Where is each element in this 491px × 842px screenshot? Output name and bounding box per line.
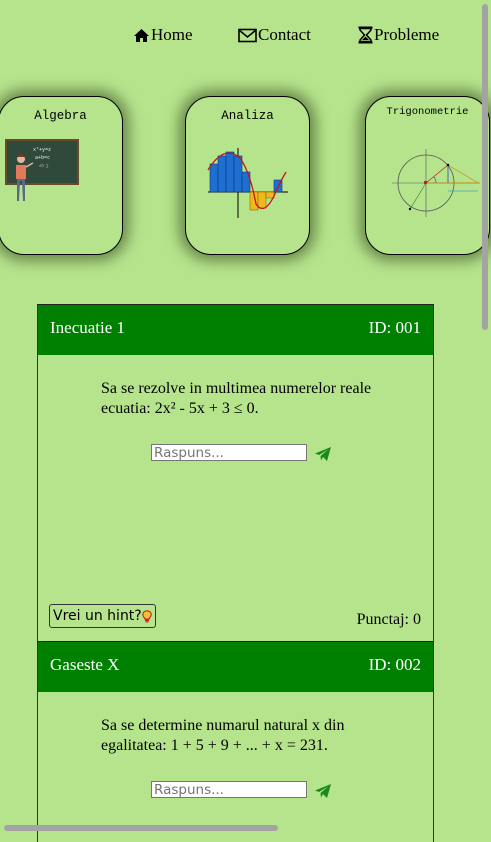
vertical-scrollbar[interactable] bbox=[482, 4, 488, 330]
hint-button[interactable]: Vrei un hint? bbox=[49, 604, 156, 628]
statement-line: Sa se rezolve in multimea numerelor real… bbox=[101, 380, 372, 397]
svg-text:x²+y=z: x²+y=z bbox=[33, 147, 51, 153]
category-title: Trigonometrie bbox=[386, 106, 469, 118]
problem-body: Sa se rezolve in multimea numerelor real… bbox=[38, 355, 433, 641]
problem-title: Inecuatie 1 bbox=[50, 318, 126, 337]
statement-line: Sa se determine numarul natural x din bbox=[101, 717, 345, 734]
problem-card-001: Inecuatie 1 ID: 001 Sa se rezolve in mul… bbox=[37, 304, 434, 641]
problem-id: ID: 002 bbox=[368, 655, 421, 674]
problem-statement: Sa se determine numarul natural x din eg… bbox=[101, 716, 421, 756]
problem-header: Gaseste X ID: 002 bbox=[38, 642, 433, 692]
problem-card-002: Gaseste X ID: 002 Sa se determine numaru… bbox=[37, 641, 434, 842]
category-card-trigonometrie[interactable]: Trigonometrie bbox=[365, 96, 490, 255]
nav-probleme-label: Probleme bbox=[374, 25, 440, 44]
score-text: Punctaj: 0 bbox=[356, 611, 421, 628]
hourglass-icon bbox=[358, 26, 373, 44]
statement-line: ecuatia: 2x² - 5x + 3 ≤ 0. bbox=[101, 400, 259, 417]
category-card-analiza[interactable]: Analiza bbox=[185, 96, 310, 255]
problem-statement: Sa se rezolve in multimea numerelor real… bbox=[101, 379, 421, 419]
nav-home-link[interactable]: Home bbox=[133, 25, 193, 45]
top-nav: Home Contact Probleme bbox=[0, 25, 491, 49]
answer-input[interactable] bbox=[151, 781, 307, 798]
horizontal-scrollbar[interactable] bbox=[4, 825, 278, 831]
problem-body: Sa se determine numarul natural x din eg… bbox=[38, 692, 433, 842]
problem-header: Inecuatie 1 ID: 001 bbox=[38, 305, 433, 355]
problem-id: ID: 001 bbox=[368, 318, 421, 337]
category-title: Analiza bbox=[221, 109, 274, 123]
integral-graph-image bbox=[207, 148, 288, 218]
nav-contact-label: Contact bbox=[258, 25, 311, 44]
lightbulb-icon bbox=[141, 609, 152, 622]
category-title: Algebra bbox=[34, 109, 87, 123]
svg-text:√n ∑: √n ∑ bbox=[39, 163, 49, 168]
hint-label: Vrei un hint? bbox=[53, 608, 142, 624]
home-icon bbox=[134, 28, 149, 42]
answer-input[interactable] bbox=[151, 444, 307, 461]
nav-probleme-link[interactable]: Probleme bbox=[358, 25, 439, 45]
envelope-icon bbox=[238, 28, 257, 42]
unit-circle-image bbox=[392, 149, 480, 217]
send-icon[interactable] bbox=[314, 783, 332, 799]
category-card-algebra[interactable]: Algebra x²+y=z a+b=c √n ∑ bbox=[0, 96, 123, 255]
teacher-blackboard-image: x²+y=z a+b=c √n ∑ bbox=[5, 139, 79, 201]
problem-title: Gaseste X bbox=[50, 655, 120, 674]
send-icon[interactable] bbox=[314, 446, 332, 462]
nav-contact-link[interactable]: Contact bbox=[238, 25, 311, 45]
nav-home-label: Home bbox=[151, 25, 193, 44]
statement-line: egalitatea: 1 + 5 + 9 + ... + x = 231. bbox=[101, 737, 328, 754]
svg-text:a+b=c: a+b=c bbox=[35, 155, 50, 161]
